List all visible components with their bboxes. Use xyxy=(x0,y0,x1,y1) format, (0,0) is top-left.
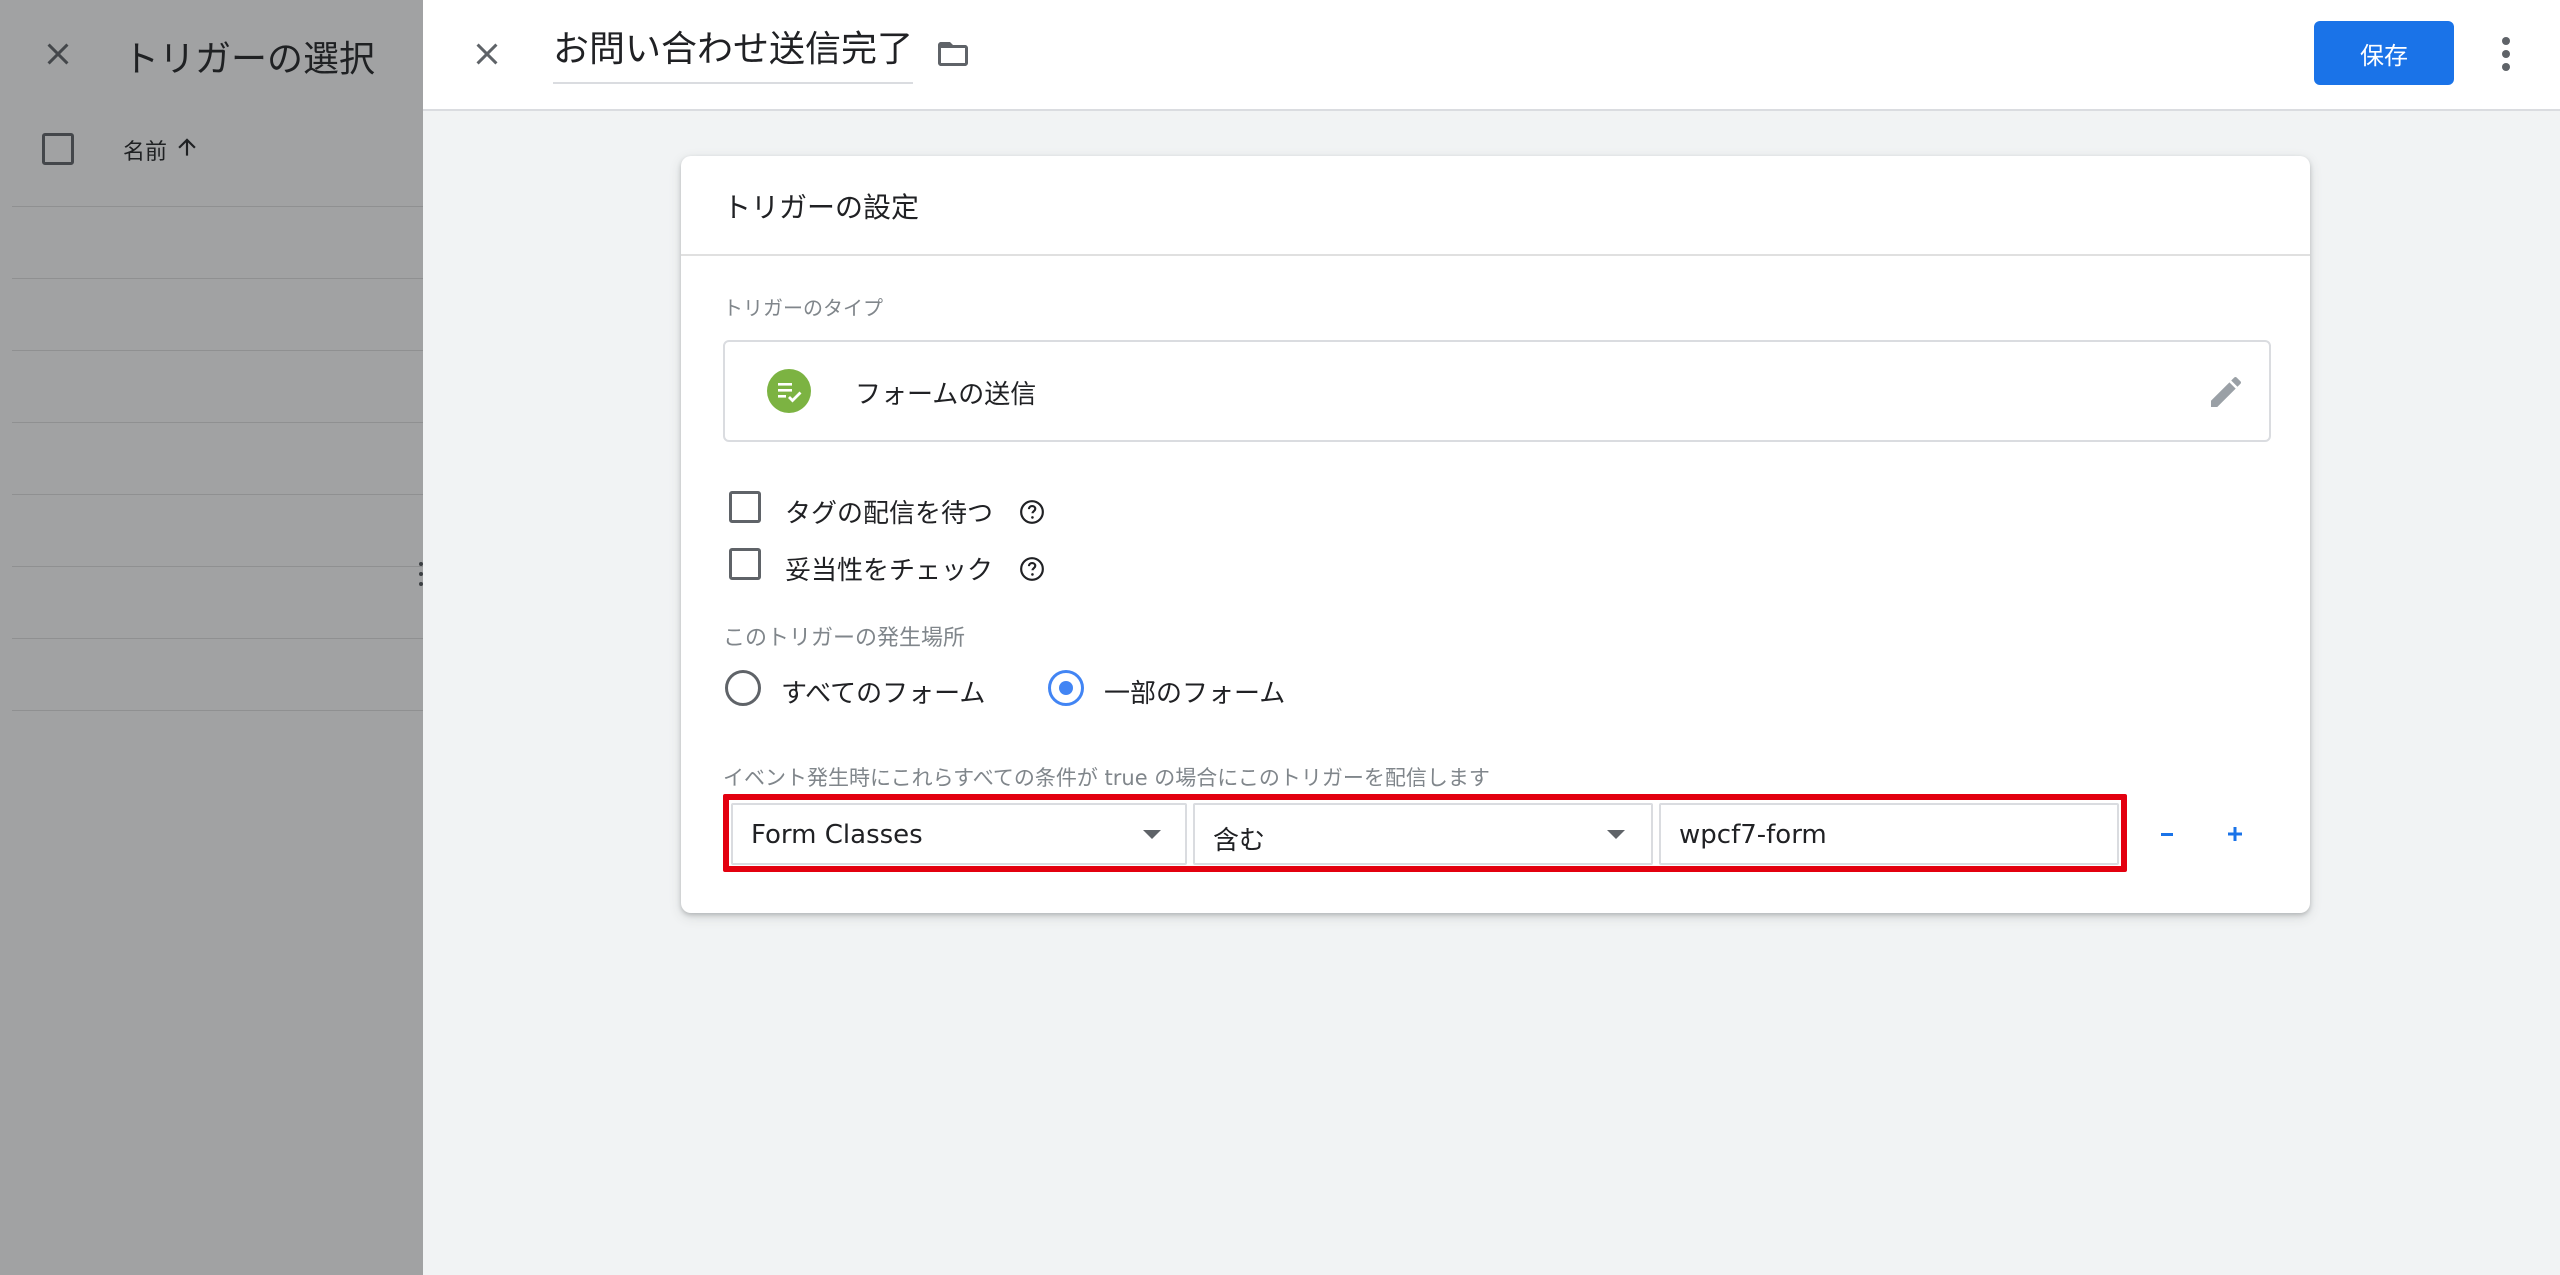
modal-scrim xyxy=(0,0,423,1275)
wait-for-tags-label: タグの配信を待つ xyxy=(785,499,994,529)
help-icon[interactable] xyxy=(1019,556,1045,582)
trigger-type-label: トリガーのタイプ xyxy=(723,296,883,320)
check-validation-option[interactable]: 妥当性をチェック xyxy=(729,546,1069,586)
more-vert-icon[interactable] xyxy=(2498,34,2514,74)
all-forms-label: すべてのフォーム xyxy=(781,679,986,709)
check-validation-checkbox[interactable] xyxy=(729,548,761,580)
trigger-name[interactable]: お問い合わせ送信完了 xyxy=(553,22,913,78)
form-submit-icon xyxy=(767,369,811,413)
close-icon[interactable] xyxy=(469,36,505,72)
radio-dot xyxy=(1059,681,1073,695)
radio-selected-icon[interactable] xyxy=(1048,670,1084,706)
trigger-editor: お問い合わせ送信完了 保存 トリガーの設定 トリガーのタイプ フォームの送信 タ… xyxy=(423,0,2560,1275)
check-validation-label: 妥当性をチェック xyxy=(785,556,994,586)
save-button[interactable]: 保存 xyxy=(2314,21,2454,85)
highlight-box xyxy=(723,794,2127,872)
editor-header: お問い合わせ送信完了 保存 xyxy=(423,0,2560,111)
trigger-type-selector[interactable]: フォームの送信 xyxy=(723,340,2271,442)
radio-unselected-icon[interactable] xyxy=(725,670,761,706)
wait-for-tags-checkbox[interactable] xyxy=(729,491,761,523)
add-condition-button[interactable] xyxy=(2215,814,2255,854)
some-forms-radio[interactable]: 一部のフォーム xyxy=(1048,670,1288,710)
trigger-config-card: トリガーの設定 トリガーのタイプ フォームの送信 タグの配信を待つ 妥当性をチェ… xyxy=(681,156,2310,913)
all-forms-radio[interactable]: すべてのフォーム xyxy=(725,670,985,710)
folder-icon[interactable] xyxy=(933,36,973,72)
help-icon[interactable] xyxy=(1019,499,1045,525)
fire-on-label: このトリガーの発生場所 xyxy=(723,626,966,651)
remove-condition-button[interactable] xyxy=(2147,814,2187,854)
card-divider xyxy=(681,254,2310,256)
some-forms-label: 一部のフォーム xyxy=(1104,679,1286,709)
edit-pencil-icon[interactable] xyxy=(2206,372,2246,412)
trigger-type-name: フォームの送信 xyxy=(855,380,1037,410)
wait-for-tags-option[interactable]: タグの配信を待つ xyxy=(729,489,1069,529)
trigger-name-field[interactable]: お問い合わせ送信完了 xyxy=(553,22,914,84)
card-title: トリガーの設定 xyxy=(723,191,920,224)
condition-description: イベント発生時にこれらすべての条件が true の場合にこのトリガーを配信します xyxy=(723,766,1490,790)
trigger-selection-panel: トリガーの選択 名前 xyxy=(0,0,423,1275)
